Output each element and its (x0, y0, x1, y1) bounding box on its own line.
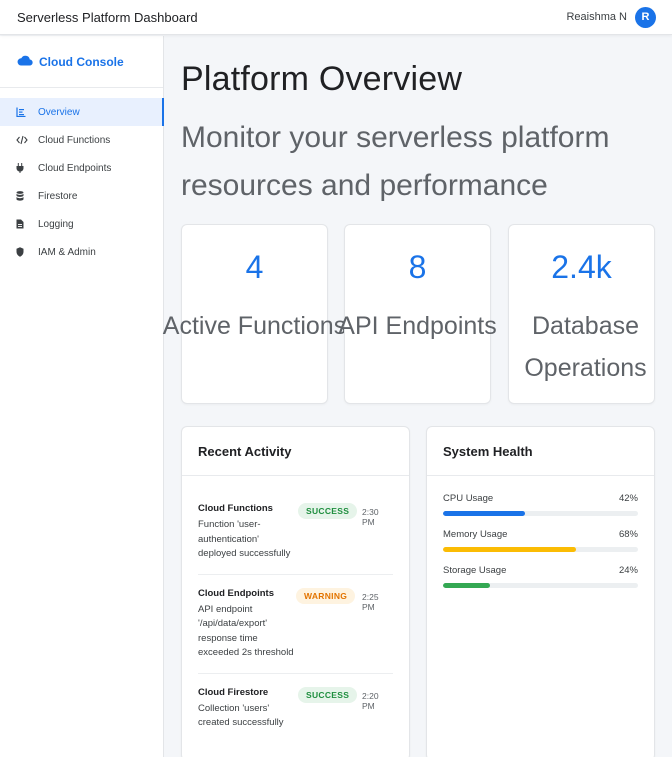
sidebar-item-overview[interactable]: Overview (0, 98, 164, 126)
sidebar-item-logging[interactable]: Logging (0, 210, 163, 238)
stat-value: 2.4k (551, 249, 612, 285)
sidebar-item-cloud-endpoints[interactable]: Cloud Endpoints (0, 154, 163, 182)
progress-track (443, 547, 638, 552)
metric-value: 68% (618, 529, 638, 540)
activity-message: Function 'user-authentication' deployed … (198, 519, 291, 559)
user-menu[interactable]: Reaishma N R (566, 6, 656, 28)
activity-list: Cloud Functions Function 'user-authentic… (182, 476, 409, 743)
metric-label: CPU Usage (443, 493, 494, 504)
metric-label: Storage Usage (443, 565, 507, 576)
code-icon (16, 135, 38, 145)
sidebar-item-label: Logging (38, 218, 74, 230)
metric-value: 42% (618, 493, 638, 504)
top-bar: Serverless Platform Dashboard Reaishma N… (0, 0, 672, 35)
health-metric-memory: Memory Usage 68% (443, 529, 638, 552)
sidebar-item-iam-admin[interactable]: IAM & Admin (0, 238, 163, 266)
list-item[interactable]: Cloud Firestore Collection 'users' creat… (198, 674, 393, 743)
page-subtitle: Monitor your serverless platform resourc… (181, 121, 610, 202)
plug-icon (16, 163, 38, 173)
shield-icon (16, 247, 38, 257)
chart-icon (16, 107, 38, 117)
progress-fill (443, 547, 576, 552)
activity-time: 2:25 PM (362, 591, 379, 612)
app-title: Serverless Platform Dashboard (17, 9, 198, 25)
document-icon (16, 219, 38, 229)
recent-activity-title: Recent Activity (182, 427, 409, 476)
progress-fill (443, 583, 490, 588)
main-content: Platform Overview Monitor your serverles… (163, 36, 672, 757)
brand-label: Cloud Console (39, 54, 124, 69)
sidebar-item-cloud-functions[interactable]: Cloud Functions (0, 126, 163, 154)
avatar[interactable]: R (635, 6, 656, 28)
stat-label: Database Operations (524, 312, 647, 382)
health-metric-cpu: CPU Usage 42% (443, 493, 638, 516)
sidebar-item-label: Overview (38, 106, 80, 118)
sidebar-item-label: Cloud Functions (38, 134, 111, 146)
activity-time: 2:20 PM (362, 690, 379, 711)
stat-value: 8 (408, 249, 427, 285)
health-list: CPU Usage 42% Memory Usage 68% Storage U… (427, 476, 654, 588)
status-badge: SUCCESS (298, 503, 358, 519)
progress-fill (443, 511, 525, 516)
sidebar-item-firestore[interactable]: Firestore (0, 182, 163, 210)
cloud-icon (17, 53, 33, 71)
sidebar-item-label: IAM & Admin (38, 246, 96, 258)
page-title: Platform Overview (181, 60, 463, 98)
recent-activity-panel: Recent Activity Cloud Functions Function… (181, 426, 410, 757)
list-item[interactable]: Cloud Functions Function 'user-authentic… (198, 490, 393, 575)
progress-track (443, 583, 638, 588)
metric-value: 24% (618, 565, 638, 576)
activity-message: Collection 'users' created successfully (198, 702, 284, 729)
activity-message: API endpoint '/api/data/export' response… (198, 603, 294, 659)
sidebar-nav: Overview Cloud Functions Cloud Endpoints… (0, 88, 164, 266)
activity-time: 2:30 PM (362, 507, 379, 527)
status-badge: WARNING (296, 587, 356, 604)
stat-label: API Endpoints (338, 312, 497, 340)
sidebar: Cloud Console Overview Cloud Functions C… (0, 36, 164, 757)
sidebar-item-label: Cloud Endpoints (38, 162, 112, 174)
list-item[interactable]: Cloud Endpoints API endpoint '/api/data/… (198, 575, 393, 674)
stat-label: Active Functions (162, 312, 347, 340)
stat-card-endpoints: 8 API Endpoints (338, 224, 497, 404)
brand[interactable]: Cloud Console (0, 36, 163, 88)
health-metric-storage: Storage Usage 24% (443, 565, 638, 588)
stat-value: 4 (245, 249, 264, 285)
sidebar-item-label: Firestore (38, 190, 78, 202)
metric-label: Memory Usage (443, 529, 508, 540)
status-badge: SUCCESS (298, 686, 358, 703)
user-name: Reaishma N (566, 11, 627, 23)
system-health-panel: System Health CPU Usage 42% Memory Usage… (426, 426, 655, 757)
system-health-title: System Health (427, 427, 654, 476)
stat-card-functions: 4 Active Functions (163, 224, 346, 404)
database-icon (16, 191, 38, 201)
progress-track (443, 511, 638, 516)
stat-card-database: 2.4k Database Operations (508, 224, 655, 404)
